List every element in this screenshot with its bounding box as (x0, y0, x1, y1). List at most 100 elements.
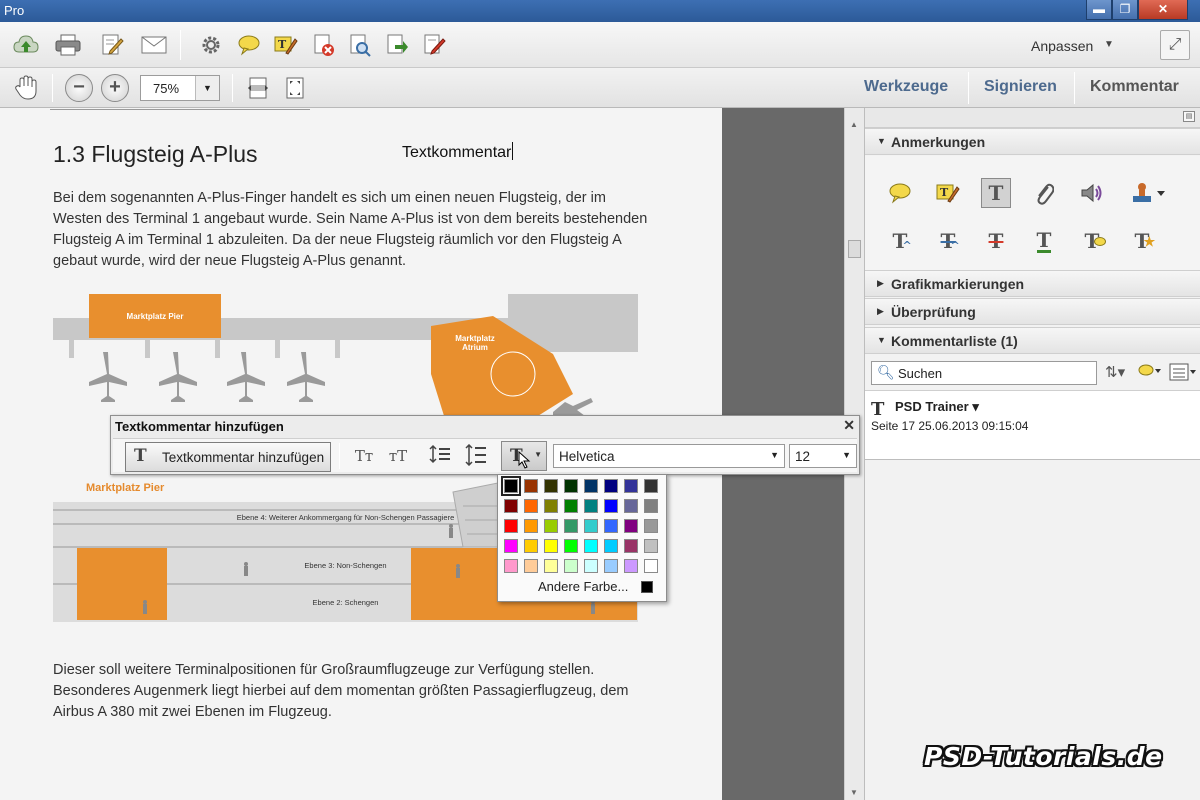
other-color-swatch[interactable] (641, 581, 653, 593)
fullscreen-button[interactable]: ⤢ (1160, 30, 1190, 60)
color-swatch[interactable] (624, 539, 638, 553)
color-swatch[interactable] (584, 479, 598, 493)
underline-text-icon[interactable]: T (1029, 226, 1059, 256)
upload-cloud-icon[interactable] (12, 31, 40, 59)
email-icon[interactable] (140, 31, 168, 59)
color-swatch[interactable] (624, 499, 638, 513)
color-swatch[interactable] (564, 559, 578, 573)
zoom-in-button[interactable]: + (101, 74, 129, 102)
color-swatch[interactable] (624, 519, 638, 533)
text-color-button[interactable]: T ▼ (501, 441, 547, 471)
font-select[interactable]: Helvetica ▼ (553, 444, 785, 468)
close-window-button[interactable]: ✕ (1138, 0, 1188, 20)
document-search-icon[interactable] (346, 31, 374, 59)
color-swatch[interactable] (584, 539, 598, 553)
tab-kommentar[interactable]: Kommentar (1090, 78, 1179, 96)
color-swatch[interactable] (624, 479, 638, 493)
decrease-text-size-icon[interactable]: Tт (351, 444, 377, 468)
maximize-button[interactable]: ❐ (1112, 0, 1138, 20)
color-swatch[interactable] (604, 499, 618, 513)
hand-tool-icon[interactable] (12, 74, 40, 102)
text-comment-input[interactable]: Textkommentar (402, 142, 513, 162)
color-swatch[interactable] (524, 479, 538, 493)
filter-comments-icon[interactable] (1137, 363, 1161, 383)
color-swatch[interactable] (504, 559, 518, 573)
chevron-down-icon[interactable]: ▼ (1104, 39, 1114, 50)
color-swatch[interactable] (504, 539, 518, 553)
color-swatch[interactable] (604, 559, 618, 573)
add-text-comment-tool-icon[interactable]: T (981, 178, 1011, 208)
color-swatch[interactable] (644, 559, 658, 573)
print-icon[interactable] (54, 31, 82, 59)
increase-line-spacing-icon[interactable] (463, 443, 489, 468)
customize-menu[interactable]: Anpassen (1031, 38, 1093, 54)
zoom-select[interactable]: 75% ▼ (140, 75, 220, 101)
color-swatch[interactable] (544, 479, 558, 493)
color-swatch[interactable] (504, 519, 518, 533)
comment-author[interactable]: PSD Trainer ▾ (895, 399, 979, 415)
section-anmerkungen[interactable]: ▼ Anmerkungen (865, 128, 1200, 155)
color-swatch[interactable] (604, 479, 618, 493)
color-swatch[interactable] (544, 559, 558, 573)
sticky-note-icon[interactable] (885, 178, 915, 208)
text-highlight-star-icon[interactable]: T ★ (1127, 226, 1157, 256)
color-swatch[interactable] (544, 519, 558, 533)
other-color-option[interactable]: Andere Farbe... (538, 579, 628, 594)
color-swatch[interactable] (584, 499, 598, 513)
color-swatch[interactable] (524, 539, 538, 553)
minimize-button[interactable]: ▬ (1086, 0, 1112, 20)
record-audio-icon[interactable] (1077, 178, 1107, 208)
color-swatch[interactable] (644, 519, 658, 533)
chevron-down-icon[interactable]: ▼ (195, 76, 219, 100)
font-size-select[interactable]: 12 ▼ (789, 444, 857, 468)
fit-page-icon[interactable] (281, 74, 309, 102)
panel-options-icon[interactable]: ▤ (1183, 111, 1195, 122)
highlight-text-tool-icon[interactable]: T (933, 178, 963, 208)
scrollbar-thumb[interactable] (848, 240, 861, 258)
color-swatch[interactable] (564, 479, 578, 493)
edit-document-icon[interactable] (98, 31, 126, 59)
color-swatch[interactable] (624, 559, 638, 573)
decrease-line-spacing-icon[interactable] (427, 444, 453, 468)
sign-document-icon[interactable] (420, 31, 448, 59)
tab-werkzeuge[interactable]: Werkzeuge (864, 78, 948, 96)
stamp-icon[interactable] (1127, 178, 1171, 208)
attach-file-icon[interactable] (1029, 178, 1059, 208)
color-swatch[interactable] (644, 499, 658, 513)
scroll-up-icon[interactable]: ▲ (850, 120, 858, 129)
gear-icon[interactable] (197, 31, 225, 59)
sort-icon[interactable]: ⇅▾ (1105, 363, 1125, 381)
highlight-text-icon[interactable]: T (272, 31, 300, 59)
color-swatch[interactable] (564, 499, 578, 513)
color-swatch[interactable] (524, 559, 538, 573)
scroll-down-icon[interactable]: ▼ (850, 788, 858, 797)
color-swatch[interactable] (584, 559, 598, 573)
section-ueberpruefung[interactable]: ▶ Überprüfung (865, 298, 1200, 325)
color-swatch[interactable] (524, 499, 538, 513)
close-icon[interactable]: ✕ (843, 417, 855, 434)
delete-document-icon[interactable] (310, 31, 338, 59)
zoom-out-button[interactable]: − (65, 74, 93, 102)
color-swatch[interactable] (504, 499, 518, 513)
list-options-icon[interactable] (1169, 363, 1197, 385)
color-swatch[interactable] (524, 519, 538, 533)
comment-bubble-icon[interactable] (235, 31, 263, 59)
color-swatch[interactable] (544, 539, 558, 553)
color-swatch[interactable] (604, 519, 618, 533)
increase-text-size-icon[interactable]: ᴛT (385, 444, 411, 468)
section-grafikmarkierungen[interactable]: ▶ Grafikmarkierungen (865, 270, 1200, 297)
section-kommentarliste[interactable]: ▼ Kommentarliste (1) (865, 327, 1200, 354)
color-swatch[interactable] (604, 539, 618, 553)
color-swatch[interactable] (564, 519, 578, 533)
color-swatch[interactable] (564, 539, 578, 553)
color-swatch[interactable] (501, 476, 521, 496)
text-note-icon[interactable]: T (1077, 226, 1107, 256)
add-text-comment-button[interactable]: T Textkommentar hinzufügen (125, 442, 331, 472)
color-swatch[interactable] (644, 479, 658, 493)
color-swatch[interactable] (644, 539, 658, 553)
insert-text-icon[interactable]: T ^ (885, 226, 915, 256)
tab-signieren[interactable]: Signieren (984, 78, 1057, 96)
fit-width-icon[interactable] (244, 74, 272, 102)
strikethrough-text-icon[interactable]: T (981, 226, 1011, 256)
color-swatch[interactable] (544, 499, 558, 513)
